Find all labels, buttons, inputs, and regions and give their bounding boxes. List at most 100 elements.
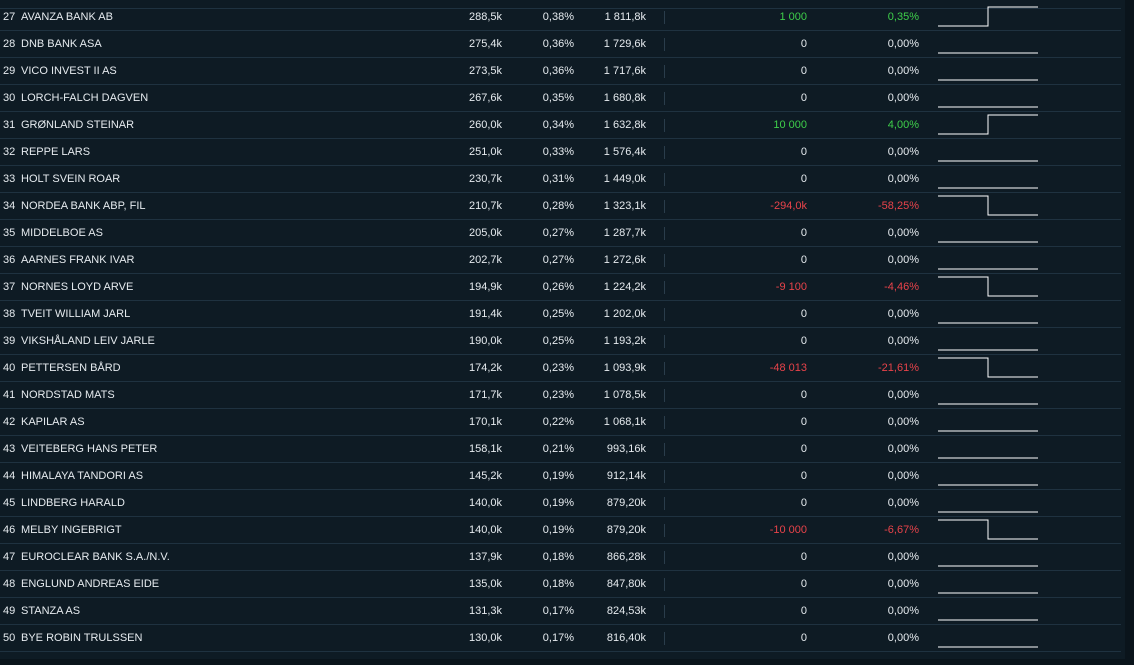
ownership-percent-cell: 0,17%: [542, 632, 574, 644]
shareholder-name-cell: VICO INVEST II AS: [21, 65, 117, 77]
table-row[interactable]: 40 PETTERSEN BÅRD 174,2k 0,23% 1 093,9k …: [0, 355, 1121, 382]
table-row[interactable]: 39 VIKSHÅLAND LEIV JARLE 190,0k 0,25% 1 …: [0, 328, 1121, 355]
column-separator: [664, 119, 665, 132]
table-row[interactable]: 50 BYE ROBIN TRULSSEN 130,0k 0,17% 816,4…: [0, 625, 1121, 652]
table-row[interactable]: 34 NORDEA BANK ABP, FIL 210,7k 0,28% 1 3…: [0, 193, 1121, 220]
trend-sparkline: [938, 349, 1038, 351]
column-separator: [664, 362, 665, 375]
table-row[interactable]: 38 TVEIT WILLIAM JARL 191,4k 0,25% 1 202…: [0, 301, 1121, 328]
column-separator: [664, 416, 665, 429]
table-row[interactable]: 43 VEITEBERG HANS PETER 158,1k 0,21% 993…: [0, 436, 1121, 463]
table-row[interactable]: 44 HIMALAYA TANDORI AS 145,2k 0,19% 912,…: [0, 463, 1121, 490]
change-cell: 0: [800, 578, 807, 590]
trend-sparkline: [938, 195, 1038, 216]
shares-cell: 288,5k: [468, 11, 502, 23]
change-cell: 0: [800, 38, 807, 50]
column-separator: [664, 65, 665, 78]
table-row[interactable]: 47 EUROCLEAR BANK S.A./N.V. 137,9k 0,18%…: [0, 544, 1121, 571]
table-row[interactable]: 36 AARNES FRANK IVAR 202,7k 0,27% 1 272,…: [0, 247, 1121, 274]
rank-cell: 31: [3, 119, 16, 131]
trend-sparkline: [938, 322, 1038, 324]
ownership-percent-cell: 0,34%: [542, 119, 574, 131]
trend-sparkline: [938, 79, 1038, 81]
change-percent-cell: 0,35%: [887, 11, 919, 23]
change-cell: 0: [800, 146, 807, 158]
table-row[interactable]: 35 MIDDELBOE AS 205,0k 0,27% 1 287,7k 0 …: [0, 220, 1121, 247]
table-row[interactable]: 28 DNB BANK ASA 275,4k 0,36% 1 729,6k 0 …: [0, 31, 1121, 58]
shareholder-name-cell: HIMALAYA TANDORI AS: [21, 470, 144, 482]
table-row[interactable]: 29 VICO INVEST II AS 273,5k 0,36% 1 717,…: [0, 58, 1121, 85]
shareholder-name-cell: VEITEBERG HANS PETER: [21, 443, 158, 455]
table-row[interactable]: 37 NORNES LOYD ARVE 194,9k 0,26% 1 224,2…: [0, 274, 1121, 301]
ownership-percent-cell: 0,27%: [542, 254, 574, 266]
table-row[interactable]: 30 LORCH-FALCH DAGVEN 267,6k 0,35% 1 680…: [0, 85, 1121, 112]
column-separator: [664, 632, 665, 645]
table-row[interactable]: 42 KAPILAR AS 170,1k 0,22% 1 068,1k 0 0,…: [0, 409, 1121, 436]
value-cell: 824,53k: [606, 605, 646, 617]
column-separator: [664, 551, 665, 564]
shareholder-name-cell: NORDSTAD MATS: [21, 389, 115, 401]
change-percent-cell: 0,00%: [887, 308, 919, 320]
shares-cell: 267,6k: [468, 92, 502, 104]
change-cell: 0: [800, 92, 807, 104]
trend-line: [938, 114, 1038, 135]
change-cell: 0: [800, 470, 807, 482]
trend-sparkline: [938, 519, 1038, 540]
rank-cell: 40: [3, 362, 16, 374]
ownership-percent-cell: 0,19%: [542, 470, 574, 482]
table-row[interactable]: 49 STANZA AS 131,3k 0,17% 824,53k 0 0,00…: [0, 598, 1121, 625]
change-cell: -10 000: [769, 524, 807, 536]
value-cell: 866,28k: [606, 551, 646, 563]
rank-cell: 27: [3, 11, 16, 23]
shareholder-name-cell: EUROCLEAR BANK S.A./N.V.: [21, 551, 170, 563]
shares-cell: 140,0k: [468, 524, 502, 536]
change-percent-cell: 0,00%: [887, 416, 919, 428]
vertical-scrollbar[interactable]: [1125, 0, 1134, 665]
column-separator: [664, 227, 665, 240]
shareholder-name-cell: STANZA AS: [21, 605, 81, 617]
column-separator: [664, 38, 665, 51]
table-row[interactable]: 33 HOLT SVEIN ROAR 230,7k 0,31% 1 449,0k…: [0, 166, 1121, 193]
table-row[interactable]: 45 LINDBERG HARALD 140,0k 0,19% 879,20k …: [0, 490, 1121, 517]
value-cell: 1 632,8k: [603, 119, 646, 131]
change-cell: 0: [800, 65, 807, 77]
ownership-percent-cell: 0,18%: [542, 551, 574, 563]
shareholder-name-cell: MIDDELBOE AS: [21, 227, 103, 239]
shares-cell: 158,1k: [468, 443, 502, 455]
trend-sparkline: [938, 646, 1038, 648]
table-row[interactable]: 41 NORDSTAD MATS 171,7k 0,23% 1 078,5k 0…: [0, 382, 1121, 409]
change-percent-cell: 0,00%: [887, 443, 919, 455]
trend-sparkline: [938, 511, 1038, 513]
table-row[interactable]: 46 MELBY INGEBRIGT 140,0k 0,19% 879,20k …: [0, 517, 1121, 544]
change-cell: 0: [800, 173, 807, 185]
value-cell: 1 717,6k: [603, 65, 646, 77]
change-percent-cell: 0,00%: [887, 551, 919, 563]
shares-cell: 260,0k: [468, 119, 502, 131]
table-row[interactable]: 31 GRØNLAND STEINAR 260,0k 0,34% 1 632,8…: [0, 112, 1121, 139]
rank-cell: 33: [3, 173, 16, 185]
column-separator: [664, 578, 665, 591]
column-separator: [664, 335, 665, 348]
shareholder-name-cell: NORDEA BANK ABP, FIL: [21, 200, 146, 212]
change-cell: 0: [800, 416, 807, 428]
table-row[interactable]: 32 REPPE LARS 251,0k 0,33% 1 576,4k 0 0,…: [0, 139, 1121, 166]
table-row[interactable]: 48 ENGLUND ANDREAS EIDE 135,0k 0,18% 847…: [0, 571, 1121, 598]
shares-cell: 190,0k: [468, 335, 502, 347]
shares-cell: 137,9k: [468, 551, 502, 563]
column-separator: [664, 92, 665, 105]
column-separator: [664, 254, 665, 267]
rank-cell: 44: [3, 470, 16, 482]
ownership-percent-cell: 0,33%: [542, 146, 574, 158]
shares-cell: 171,7k: [468, 389, 502, 401]
trend-sparkline: [938, 484, 1038, 486]
table-row[interactable]: 27 AVANZA BANK AB 288,5k 0,38% 1 811,8k …: [0, 4, 1121, 31]
change-percent-cell: -58,25%: [878, 200, 919, 212]
shareholder-name-cell: AVANZA BANK AB: [21, 11, 113, 23]
value-cell: 993,16k: [606, 443, 646, 455]
value-cell: 1 323,1k: [603, 200, 646, 212]
ownership-percent-cell: 0,38%: [542, 11, 574, 23]
change-cell: 0: [800, 227, 807, 239]
ownership-percent-cell: 0,23%: [542, 389, 574, 401]
shares-cell: 135,0k: [468, 578, 502, 590]
value-cell: 1 811,8k: [604, 11, 646, 23]
